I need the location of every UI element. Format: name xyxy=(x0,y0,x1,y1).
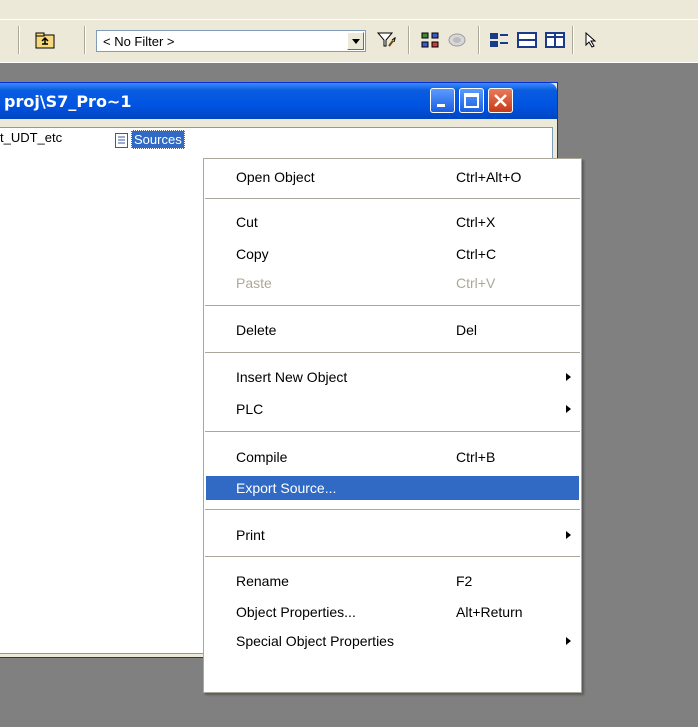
menu-item-label: Object Properties... xyxy=(236,604,356,620)
menu-item-shortcut: Ctrl+X xyxy=(456,214,496,230)
details-icon xyxy=(545,32,565,48)
filter-dropdown-button[interactable] xyxy=(347,32,364,50)
menu-item-label: PLC xyxy=(236,401,264,417)
menu-separator xyxy=(205,352,580,353)
simulation-button[interactable] xyxy=(444,27,470,53)
menu-item-label: Open Object xyxy=(236,169,315,185)
menu-item-shortcut: Ctrl+Alt+O xyxy=(456,169,522,185)
context-menu: Open Object Ctrl+Alt+O Cut Ctrl+X Copy C… xyxy=(203,158,582,693)
menu-item-label: Print xyxy=(236,527,265,543)
menu-item-special-object-properties[interactable]: Special Object Properties xyxy=(206,629,579,653)
large-icons-button[interactable] xyxy=(486,27,512,53)
up-folder-button[interactable] xyxy=(32,27,58,53)
up-folder-icon xyxy=(35,32,55,49)
menu-separator xyxy=(205,431,580,432)
close-icon xyxy=(494,94,507,107)
menu-item-label: Delete xyxy=(236,322,277,338)
menu-item-object-properties[interactable]: Object Properties... Alt+Return xyxy=(206,600,579,624)
menu-item-label: Special Object Properties xyxy=(236,633,394,649)
list-view-button[interactable] xyxy=(514,27,540,53)
menu-item-label: Compile xyxy=(236,449,288,465)
menu-item-export-source[interactable]: Export Source... xyxy=(206,476,579,500)
menu-item-compile[interactable]: Compile Ctrl+B xyxy=(206,445,579,469)
submenu-arrow-icon xyxy=(566,405,571,413)
menu-item-shortcut: Ctrl+C xyxy=(456,246,497,262)
submenu-arrow-icon xyxy=(566,637,571,645)
filter-button[interactable] xyxy=(374,27,400,53)
toolbar-separator xyxy=(478,26,480,54)
dropdown-arrow-icon xyxy=(351,38,360,44)
close-button[interactable] xyxy=(488,88,513,113)
menu-item-label: Cut xyxy=(236,214,258,230)
toolbar-separator xyxy=(18,26,20,54)
menu-item-open-object[interactable]: Open Object Ctrl+Alt+O xyxy=(206,165,579,189)
menu-separator xyxy=(205,305,580,306)
minimize-button[interactable] xyxy=(430,88,455,113)
submenu-arrow-icon xyxy=(566,373,571,381)
menu-separator xyxy=(205,556,580,557)
menu-item-copy[interactable]: Copy Ctrl+C xyxy=(206,242,579,266)
simulation-icon xyxy=(448,33,466,47)
large-icons-icon xyxy=(490,33,508,47)
filter-icon xyxy=(376,32,396,47)
toolbar: < No Filter > xyxy=(0,0,698,63)
filter-value: < No Filter > xyxy=(103,33,175,49)
toolbar-top-divider xyxy=(0,19,698,20)
submenu-arrow-icon xyxy=(566,531,571,539)
menu-item-shortcut: Ctrl+V xyxy=(456,275,496,291)
menu-item-label: Copy xyxy=(236,246,269,262)
menu-separator xyxy=(205,509,580,510)
menu-separator xyxy=(205,198,580,199)
list-icon xyxy=(517,32,537,48)
menu-item-shortcut: Del xyxy=(456,322,478,338)
window-titlebar[interactable]: proj\S7_Pro~1 xyxy=(0,83,557,119)
minimize-icon xyxy=(437,104,445,107)
menu-item-shortcut: Alt+Return xyxy=(456,604,523,620)
help-pointer-icon xyxy=(585,31,597,48)
network-icon xyxy=(421,32,439,48)
maximize-button[interactable] xyxy=(459,88,484,113)
menu-item-shortcut: Ctrl+B xyxy=(456,449,496,465)
toolbar-separator xyxy=(408,26,410,54)
menu-item-shortcut: F2 xyxy=(456,573,473,589)
sources-folder-icon xyxy=(115,133,128,148)
help-pointer-button[interactable] xyxy=(580,27,606,53)
details-view-button[interactable] xyxy=(542,27,568,53)
menu-item-label: Paste xyxy=(236,275,272,291)
menu-item-label: Rename xyxy=(236,573,289,589)
block-folder-item[interactable]: t_UDT_etc xyxy=(0,130,62,145)
filter-select[interactable]: < No Filter > xyxy=(96,30,366,52)
network-button[interactable] xyxy=(418,27,444,53)
menu-item-print[interactable]: Print xyxy=(206,523,579,547)
menu-item-label: Insert New Object xyxy=(236,369,348,385)
menu-item-cut[interactable]: Cut Ctrl+X xyxy=(206,210,579,234)
toolbar-separator xyxy=(84,26,86,54)
toolbar-separator xyxy=(572,26,574,54)
menu-item-rename[interactable]: Rename F2 xyxy=(206,569,579,593)
menu-item-paste: Paste Ctrl+V xyxy=(206,271,579,295)
menu-item-label: Export Source... xyxy=(236,480,337,496)
maximize-icon xyxy=(464,93,479,108)
menu-item-insert-new-object[interactable]: Insert New Object xyxy=(206,365,579,389)
sources-item-selected[interactable]: Sources xyxy=(131,130,185,149)
menu-item-plc[interactable]: PLC xyxy=(206,397,579,421)
window-title: proj\S7_Pro~1 xyxy=(4,92,132,111)
menu-item-delete[interactable]: Delete Del xyxy=(206,318,579,342)
